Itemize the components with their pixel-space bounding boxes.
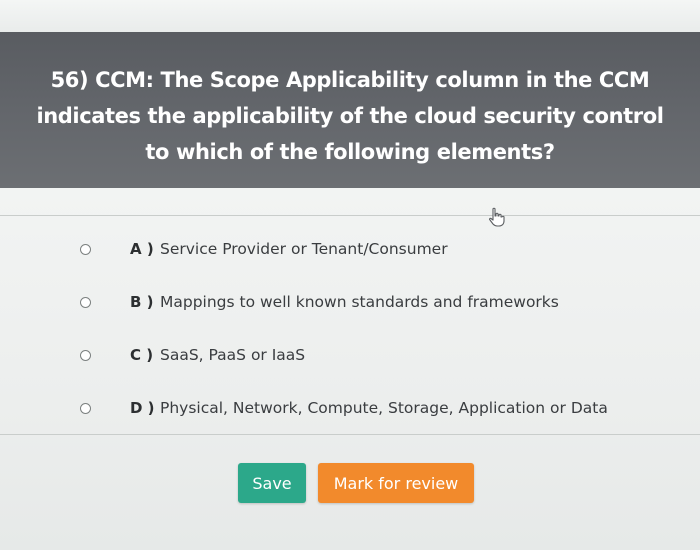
top-background-strip <box>0 0 700 32</box>
option-text: Mappings to well known standards and fra… <box>160 293 559 311</box>
question-text: 56) CCM: The Scope Applicability column … <box>36 68 664 164</box>
radio-unchecked-icon[interactable] <box>80 349 91 361</box>
answer-option-d[interactable]: D ) Physical, Network, Compute, Storage,… <box>0 388 700 428</box>
radio-unchecked-icon[interactable] <box>80 402 91 414</box>
option-text: SaaS, PaaS or IaaS <box>160 346 306 364</box>
options-panel: A ) Service Provider or Tenant/Consumer … <box>0 188 700 550</box>
question-header: 56) CCM: The Scope Applicability column … <box>0 32 700 188</box>
option-letter: C ) <box>130 346 154 364</box>
option-letter: B ) <box>130 293 154 311</box>
mark-for-review-button[interactable]: Mark for review <box>318 463 474 503</box>
radio-unchecked-icon[interactable] <box>80 296 91 308</box>
options-top-divider <box>0 215 700 216</box>
hand-pointer-icon <box>489 207 505 227</box>
option-letter: A ) <box>130 240 154 258</box>
answer-option-a[interactable]: A ) Service Provider or Tenant/Consumer <box>0 229 700 269</box>
radio-unchecked-icon[interactable] <box>80 243 91 255</box>
option-letter: D ) <box>130 399 155 417</box>
options-bottom-divider <box>0 434 700 435</box>
answer-option-c[interactable]: C ) SaaS, PaaS or IaaS <box>0 335 700 375</box>
answer-option-b[interactable]: B ) Mappings to well known standards and… <box>0 282 700 322</box>
option-text: Service Provider or Tenant/Consumer <box>160 240 448 258</box>
save-button[interactable]: Save <box>238 463 306 503</box>
option-text: Physical, Network, Compute, Storage, App… <box>160 399 608 417</box>
